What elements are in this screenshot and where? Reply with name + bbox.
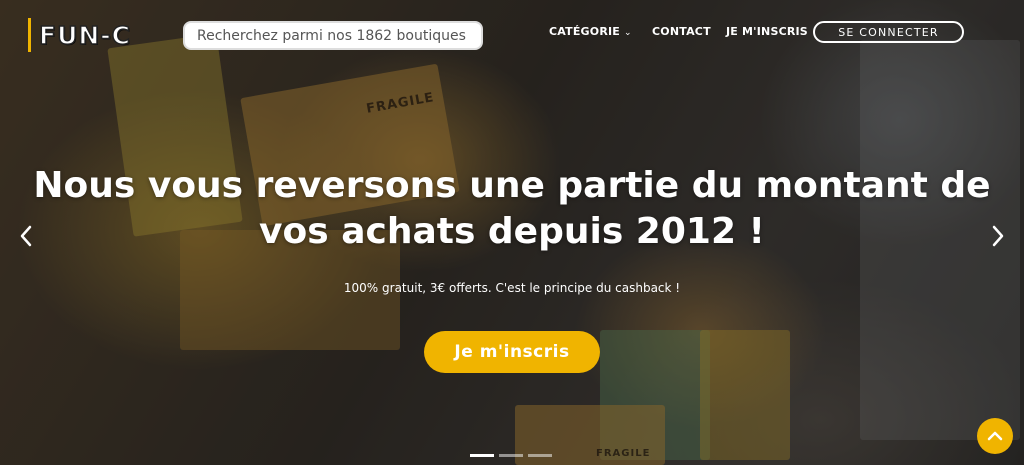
nav-signup[interactable]: JE M'INSCRIS (726, 25, 808, 38)
carousel-indicator-1[interactable] (470, 454, 494, 457)
chevron-right-icon (992, 225, 1004, 247)
nav-category-label: CATÉGORIE (549, 25, 621, 38)
chevron-down-icon: ⌄ (624, 28, 632, 38)
scroll-to-top-button[interactable] (977, 418, 1013, 454)
logo-text: FUN-C (38, 20, 132, 51)
hero-title: Nous vous reversons une partie du montan… (0, 163, 1024, 255)
hero-subtitle: 100% gratuit, 3€ offerts. C'est le princ… (343, 281, 681, 295)
search-input[interactable] (197, 27, 469, 44)
signup-cta-button[interactable]: Je m'inscris (424, 331, 600, 373)
nav-contact[interactable]: CONTACT (652, 25, 711, 38)
nav-category[interactable]: CATÉGORIE ⌄ (549, 25, 632, 38)
logo-accent-bar (28, 18, 31, 52)
site-logo[interactable]: FUN-C (28, 18, 131, 52)
chevron-left-icon (20, 225, 32, 247)
carousel-indicators (470, 454, 552, 457)
carousel-next-button[interactable] (986, 220, 1010, 252)
carousel-prev-button[interactable] (14, 220, 38, 252)
carousel-indicator-3[interactable] (528, 454, 552, 457)
hero-title-line-1: Nous vous reversons une partie du montan… (33, 165, 991, 206)
login-button[interactable]: SE CONNECTER (813, 21, 964, 43)
carousel-indicator-2[interactable] (499, 454, 523, 457)
chevron-up-icon (987, 431, 1003, 441)
search-box[interactable] (183, 21, 483, 50)
hero-title-line-2: vos achats depuis 2012 ! (259, 211, 765, 252)
site-header: FUN-C CATÉGORIE⌄ CONTACT JE M'INSCRIS SE… (0, 0, 1024, 70)
